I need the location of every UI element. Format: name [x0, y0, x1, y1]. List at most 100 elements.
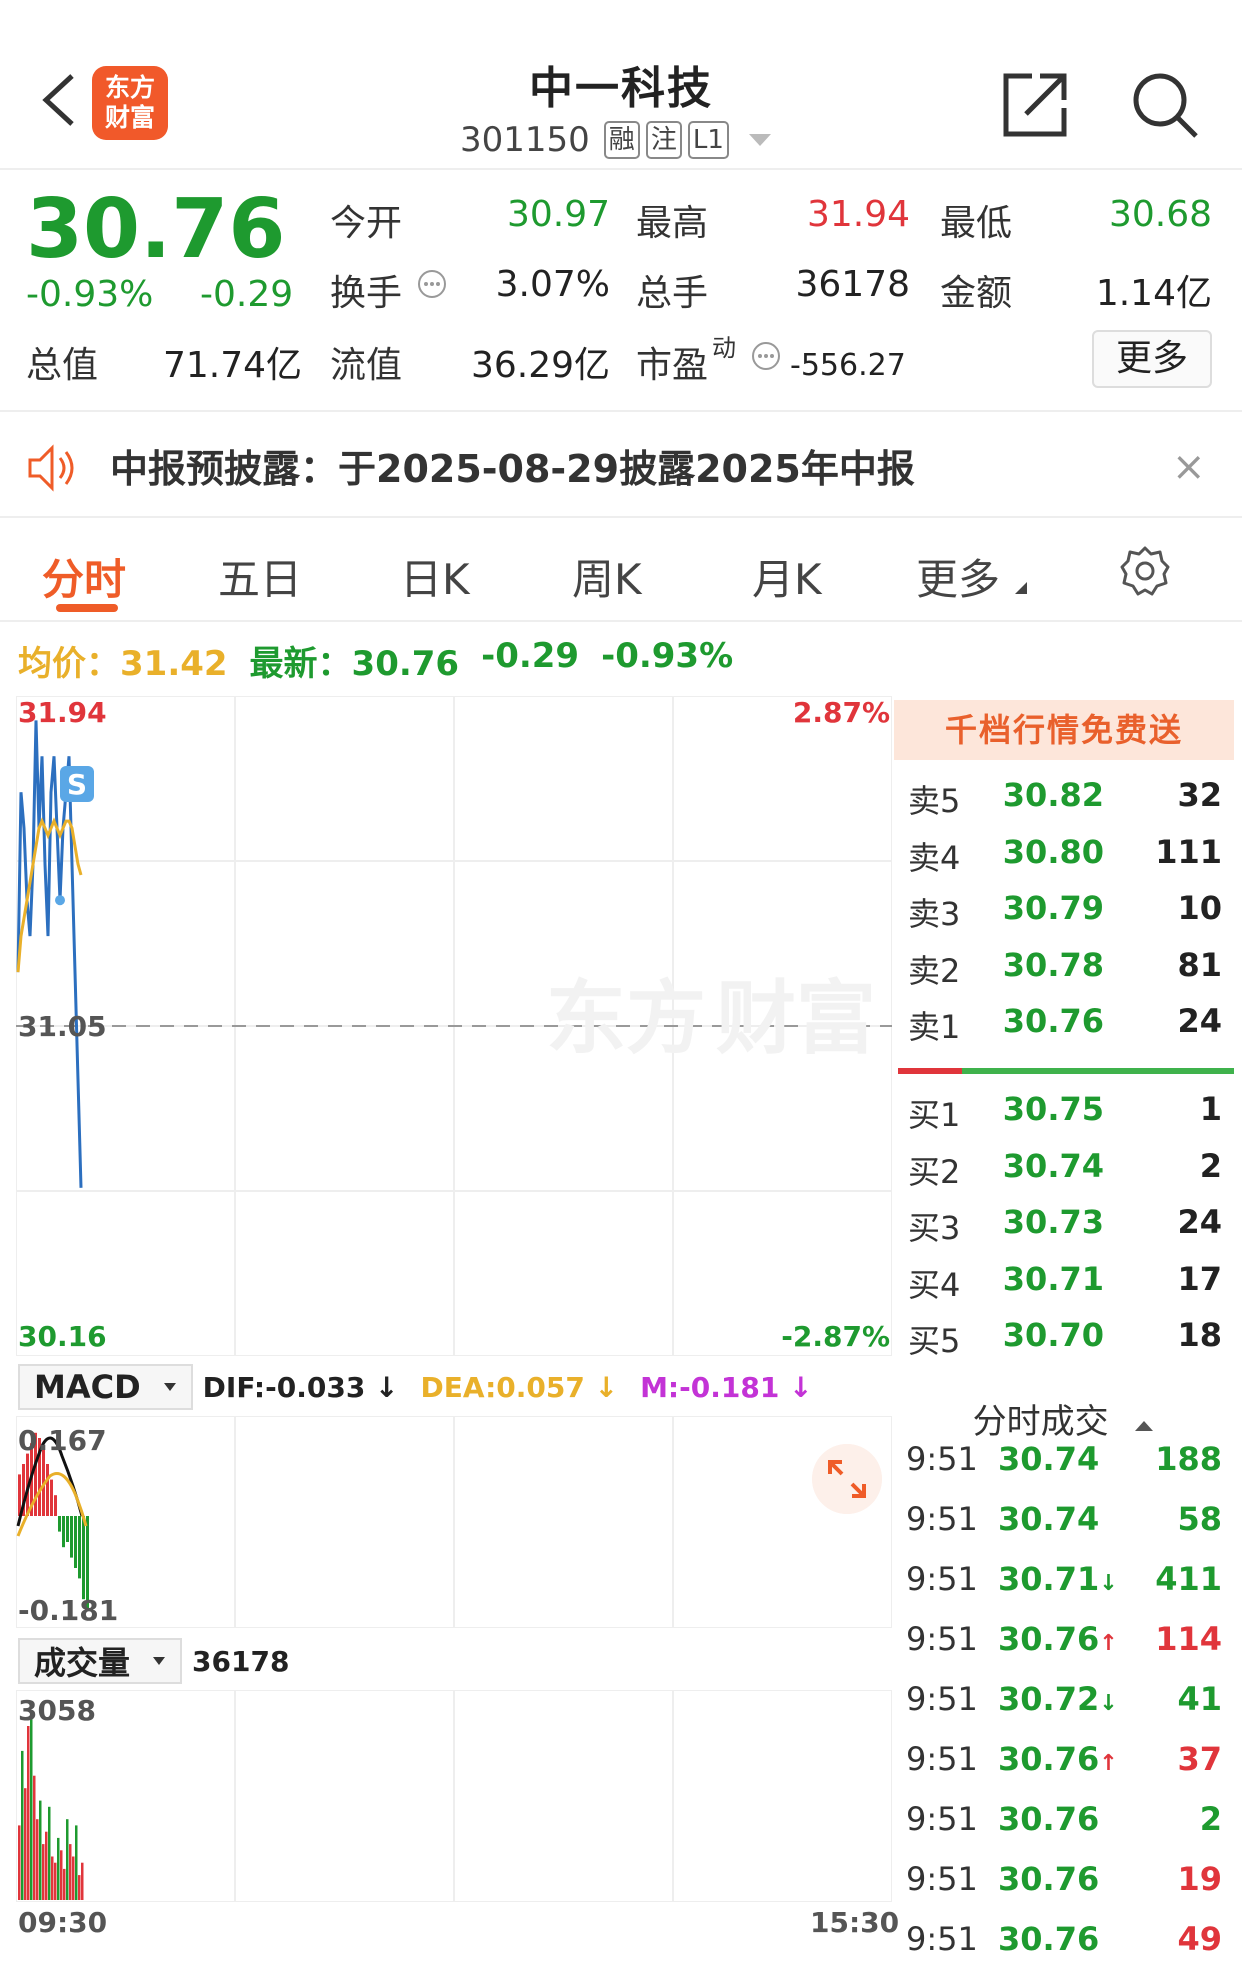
float-cap-label: 流值	[330, 345, 403, 386]
tab-intraday[interactable]: 分时	[42, 546, 126, 607]
order-level-name: 卖3	[908, 895, 961, 933]
macd-bar	[62, 1516, 65, 1548]
trade-price: 30.76↑	[998, 1620, 1118, 1658]
trade-row: 9:51 30.76 2	[894, 1800, 1234, 1860]
low-label: 最低	[940, 203, 1013, 244]
macd-selector[interactable]: MACD	[18, 1364, 193, 1410]
tab-daily-k[interactable]: 日K	[400, 546, 470, 607]
y-axis-mid-label: 31.05	[18, 1010, 107, 1043]
close-icon[interactable]: ×	[1172, 444, 1206, 490]
macd-chart[interactable]: 0.167 -0.181	[16, 1416, 892, 1628]
settings-gear-icon[interactable]	[1118, 544, 1172, 598]
macd-top-label: 0.167	[18, 1424, 107, 1457]
trade-row: 9:51 30.76 49	[894, 1920, 1234, 1974]
tab-five-day[interactable]: 五日	[218, 546, 302, 607]
order-level-name: 买3	[908, 1209, 961, 1247]
macd-dea: DEA:0.057 ↓	[421, 1371, 619, 1404]
order-book-row[interactable]: 卖1 30.76 24	[894, 1002, 1234, 1058]
order-book-row[interactable]: 买1 30.75 1	[894, 1090, 1234, 1146]
volume-value: 36178	[795, 264, 910, 305]
level2-promo-banner[interactable]: 千档行情免费送	[894, 700, 1234, 760]
trade-qty: 2	[1199, 1800, 1222, 1838]
order-book-panel: 千档行情免费送 卖5 30.82 32 卖4 30.80 111 卖3 30.79 10 卖2 30…	[894, 696, 1242, 1974]
volume-bar	[63, 1868, 66, 1900]
pct-axis-high-label: 2.87%	[793, 696, 890, 729]
order-level-qty: 2	[1199, 1146, 1222, 1185]
order-book-row[interactable]: 卖5 30.82 32	[894, 776, 1234, 832]
notice-text: 中报预披露：于2025-08-29披露2025年中报	[110, 447, 915, 491]
avg-price-label: 均价：	[18, 644, 120, 684]
trade-price: 30.76	[998, 1920, 1099, 1958]
tab-more[interactable]: 更多	[916, 546, 1028, 607]
tab-monthly-k[interactable]: 月K	[752, 546, 822, 607]
volume-bar	[66, 1819, 69, 1900]
trade-price-value: 30.71	[998, 1560, 1100, 1598]
turnover-value: 3.07%	[495, 264, 610, 305]
more-button[interactable]: 更多	[1092, 330, 1212, 388]
trade-time: 9:51	[906, 1740, 978, 1778]
trade-row: 9:51 30.71↓ 411	[894, 1560, 1234, 1620]
order-book-row[interactable]: 卖4 30.80 111	[894, 833, 1234, 889]
info-dots-icon[interactable]	[416, 268, 448, 300]
trade-price: 30.76	[998, 1800, 1099, 1838]
dropdown-triangle-icon[interactable]	[745, 130, 775, 150]
current-price: 30.76	[26, 182, 286, 277]
trade-price-value: 30.76	[998, 1860, 1100, 1898]
order-level-qty: 111	[1155, 832, 1222, 871]
order-level-price: 30.73	[1002, 1203, 1104, 1241]
order-book-row[interactable]: 买3 30.73 24	[894, 1203, 1234, 1259]
dropdown-triangle-icon	[153, 1657, 166, 1665]
signal-badge: S	[60, 766, 94, 802]
low-value: 30.68	[1108, 194, 1212, 235]
watermark-text-2: 财富	[716, 972, 876, 1065]
share-icon[interactable]	[1000, 70, 1070, 140]
search-icon[interactable]	[1130, 70, 1200, 140]
macd-bar	[70, 1516, 73, 1558]
volume-selector[interactable]: 成交量	[18, 1638, 183, 1684]
order-level-qty: 10	[1177, 889, 1222, 927]
open-label: 今开	[330, 203, 403, 244]
order-book-row[interactable]: 买5 30.70 18	[894, 1316, 1234, 1372]
price-summary-row: 均价：31.42 最新：30.76 -0.29 -0.93%	[18, 636, 733, 685]
signal-badge-text: S	[67, 768, 87, 801]
order-book-row[interactable]: 卖3 30.79 10	[894, 889, 1234, 945]
order-book-row[interactable]: 买2 30.74 2	[894, 1147, 1234, 1203]
volume-bar	[39, 1800, 42, 1900]
order-level-name: 卖1	[908, 1008, 961, 1046]
volume-chart[interactable]: 3058 09:30	[16, 1690, 892, 1902]
trade-qty: 188	[1155, 1440, 1222, 1478]
trade-qty: 37	[1177, 1740, 1222, 1778]
order-level-qty: 17	[1177, 1259, 1222, 1298]
info-dots-icon[interactable]	[750, 340, 782, 372]
order-level-name: 卖4	[908, 838, 961, 877]
trades-title-label: 分时成交	[972, 1402, 1109, 1442]
notice-bar[interactable]: 中报预披露：于2025-08-29披露2025年中报 ×	[0, 414, 1242, 518]
pe-value: -556.27	[790, 348, 906, 383]
trade-price-value: 30.76	[998, 1920, 1100, 1958]
volume-bar	[36, 1819, 39, 1900]
intraday-chart[interactable]: 东方 财富 31.94 31.05 30.16 2.87% -2.87% S	[16, 696, 892, 1356]
order-level-qty: 1	[1199, 1090, 1222, 1128]
volume-bar	[45, 1831, 48, 1900]
order-level-price: 30.75	[1002, 1090, 1104, 1128]
pe-label: 市盈	[636, 345, 709, 386]
price-point-marker	[55, 895, 65, 906]
pe-dynamic-superscript: 动	[712, 334, 736, 362]
trades-title[interactable]: 分时成交	[894, 1394, 1234, 1443]
order-level-price: 30.80	[1002, 832, 1104, 871]
macd-dif: DIF:-0.033 ↓	[203, 1371, 399, 1404]
x-axis-start-label: 09:30	[18, 1906, 108, 1939]
float-cap-value: 36.29亿	[470, 345, 610, 386]
trade-time: 9:51	[906, 1860, 978, 1898]
latest-pct: -0.93%	[601, 636, 734, 676]
macd-dif-value: DIF:-0.033	[202, 1370, 366, 1404]
stock-code-row[interactable]: 301150 融 注 L1	[460, 118, 775, 162]
trade-price-value: 30.76	[998, 1740, 1100, 1778]
macd-bar	[54, 1495, 57, 1516]
volume-bar	[69, 1844, 72, 1900]
tab-weekly-k[interactable]: 周K	[572, 546, 642, 607]
trade-direction-arrow: ↓	[1099, 1691, 1118, 1716]
order-book-row[interactable]: 买4 30.71 17	[894, 1260, 1234, 1316]
order-book-row[interactable]: 卖2 30.78 81	[894, 946, 1234, 1002]
expand-chart-icon[interactable]	[812, 1444, 882, 1514]
